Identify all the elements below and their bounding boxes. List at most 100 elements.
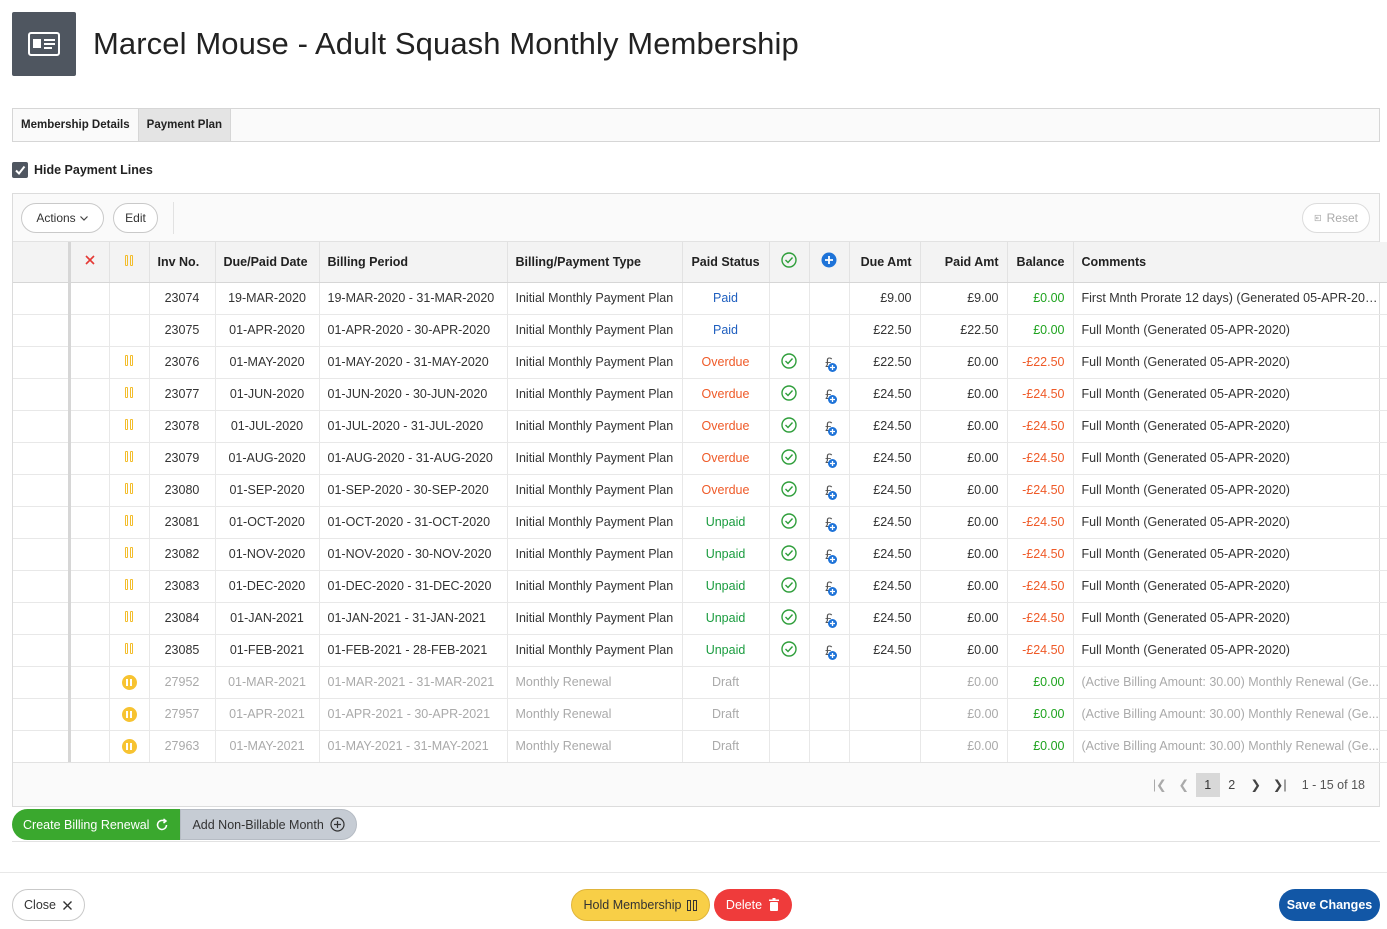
- add-non-billable-month-button[interactable]: Add Non-Billable Month: [180, 809, 357, 840]
- row-select-cell[interactable]: [13, 282, 71, 315]
- close-button[interactable]: Close: [12, 889, 85, 921]
- page-2-button[interactable]: 2: [1220, 773, 1244, 797]
- add-payment-icon[interactable]: £: [825, 578, 837, 596]
- pause-icon[interactable]: [125, 355, 133, 366]
- col-balance[interactable]: Balance: [1007, 242, 1074, 283]
- check-circle-icon[interactable]: [781, 416, 797, 433]
- last-page-icon[interactable]: ❯|: [1268, 773, 1292, 797]
- pause-icon[interactable]: [125, 387, 133, 398]
- table-row[interactable]: 23084 01-JAN-2021 01-JAN-2021 - 31-JAN-202…: [13, 602, 1387, 635]
- add-payment-icon[interactable]: £: [825, 610, 837, 628]
- table-row[interactable]: 23078 01-JUL-2020 01-JUL-2020 - 31-JUL-202…: [13, 410, 1387, 443]
- row-delete-cell[interactable]: [69, 730, 110, 763]
- pause-icon[interactable]: [125, 643, 133, 654]
- table-row[interactable]: 23080 01-SEP-2020 01-SEP-2020 - 30-SEP-202…: [13, 474, 1387, 507]
- row-delete-cell[interactable]: [69, 538, 110, 571]
- add-payment-icon[interactable]: £: [825, 482, 837, 500]
- prev-page-icon[interactable]: ❮: [1172, 773, 1196, 797]
- add-payment-icon[interactable]: £: [825, 514, 837, 532]
- row-select-cell[interactable]: [13, 570, 71, 603]
- pause-icon[interactable]: [125, 611, 133, 622]
- check-circle-icon[interactable]: [781, 576, 797, 593]
- add-payment-icon[interactable]: £: [825, 546, 837, 564]
- col-billing-period[interactable]: Billing Period: [319, 242, 508, 283]
- row-delete-cell[interactable]: [69, 410, 110, 443]
- row-select-cell[interactable]: [13, 634, 71, 667]
- row-delete-cell[interactable]: [69, 602, 110, 635]
- delete-button[interactable]: Delete: [714, 889, 792, 921]
- tab-membership-details[interactable]: Membership Details: [13, 109, 139, 141]
- row-select-cell[interactable]: [13, 378, 71, 411]
- table-row[interactable]: 23075 01-APR-2020 01-APR-2020 - 30-APR-202…: [13, 314, 1387, 347]
- next-page-icon[interactable]: ❯: [1244, 773, 1268, 797]
- pause-circle-icon[interactable]: [121, 738, 137, 754]
- reset-button[interactable]: Reset: [1302, 203, 1370, 233]
- pause-icon[interactable]: [125, 483, 133, 494]
- pause-icon[interactable]: [125, 419, 133, 430]
- row-select-cell[interactable]: [13, 442, 71, 475]
- table-row[interactable]: 23085 01-FEB-2021 01-FEB-2021 - 28-FEB-202…: [13, 634, 1387, 667]
- row-select-cell[interactable]: [13, 346, 71, 379]
- row-select-cell[interactable]: [13, 730, 71, 763]
- table-row[interactable]: 23074 19-MAR-2020 19-MAR-2020 - 31-MAR-202…: [13, 282, 1387, 315]
- row-delete-cell[interactable]: [69, 634, 110, 667]
- col-due-amt[interactable]: Due Amt: [849, 242, 921, 283]
- col-due-paid-date[interactable]: Due/Paid Date: [215, 242, 320, 283]
- pause-icon[interactable]: [125, 547, 133, 558]
- add-payment-icon[interactable]: £: [825, 642, 837, 660]
- table-row[interactable]: 23083 01-DEC-2020 01-DEC-2020 - 31-DEC-202…: [13, 570, 1387, 603]
- add-payment-icon[interactable]: £: [825, 386, 837, 404]
- row-select-cell[interactable]: [13, 474, 71, 507]
- check-circle-icon[interactable]: [781, 640, 797, 657]
- first-page-icon[interactable]: |❮: [1148, 773, 1172, 797]
- check-circle-icon[interactable]: [781, 352, 797, 369]
- create-billing-renewal-button[interactable]: Create Billing Renewal: [12, 809, 181, 840]
- row-delete-cell[interactable]: [69, 378, 110, 411]
- row-delete-cell[interactable]: [69, 346, 110, 379]
- col-paid-amt[interactable]: Paid Amt: [920, 242, 1008, 283]
- check-circle-icon[interactable]: [781, 448, 797, 465]
- add-payment-icon[interactable]: £: [825, 418, 837, 436]
- actions-button[interactable]: Actions: [21, 203, 104, 233]
- row-delete-cell[interactable]: [69, 282, 110, 315]
- col-inv-no[interactable]: Inv No.: [149, 242, 216, 283]
- add-payment-icon[interactable]: £: [825, 450, 837, 468]
- table-row[interactable]: 23081 01-OCT-2020 01-OCT-2020 - 31-OCT-202…: [13, 506, 1387, 539]
- check-circle-icon[interactable]: [781, 544, 797, 561]
- check-circle-icon[interactable]: [781, 608, 797, 625]
- row-delete-cell[interactable]: [69, 506, 110, 539]
- row-delete-cell[interactable]: [69, 698, 110, 731]
- tab-payment-plan[interactable]: Payment Plan: [138, 109, 232, 141]
- row-select-cell[interactable]: [13, 666, 71, 699]
- col-billing-payment-type[interactable]: Billing/Payment Type: [507, 242, 683, 283]
- pause-circle-icon[interactable]: [121, 674, 137, 690]
- pause-icon[interactable]: [125, 579, 133, 590]
- row-delete-cell[interactable]: [69, 442, 110, 475]
- row-delete-cell[interactable]: [69, 666, 110, 699]
- hide-payment-lines[interactable]: Hide Payment Lines: [12, 162, 153, 178]
- table-row[interactable]: 23076 01-MAY-2020 01-MAY-2020 - 31-MAY-202…: [13, 346, 1387, 379]
- row-select-cell[interactable]: [13, 314, 71, 347]
- check-circle-icon[interactable]: [781, 480, 797, 497]
- row-select-cell[interactable]: [13, 506, 71, 539]
- row-select-cell[interactable]: [13, 410, 71, 443]
- col-comments[interactable]: Comments: [1073, 242, 1387, 283]
- table-row[interactable]: 27963 01-MAY-2021 01-MAY-2021 - 31-MAY-202…: [13, 730, 1387, 763]
- pause-icon[interactable]: [125, 515, 133, 526]
- table-row[interactable]: 23079 01-AUG-2020 01-AUG-2020 - 31-AUG-202…: [13, 442, 1387, 475]
- table-row[interactable]: 27952 01-MAR-2021 01-MAR-2021 - 31-MAR-202…: [13, 666, 1387, 699]
- table-row[interactable]: 23082 01-NOV-2020 01-NOV-2020 - 30-NOV-202…: [13, 538, 1387, 571]
- col-paid-status[interactable]: Paid Status: [682, 242, 770, 283]
- row-select-cell[interactable]: [13, 602, 71, 635]
- add-payment-icon[interactable]: £: [825, 354, 837, 372]
- save-changes-button[interactable]: Save Changes: [1279, 889, 1380, 921]
- check-circle-icon[interactable]: [781, 384, 797, 401]
- row-select-cell[interactable]: [13, 538, 71, 571]
- row-select-cell[interactable]: [13, 698, 71, 731]
- row-delete-cell[interactable]: [69, 570, 110, 603]
- row-delete-cell[interactable]: [69, 474, 110, 507]
- hold-membership-button[interactable]: Hold Membership: [571, 889, 710, 921]
- page-1-button[interactable]: 1: [1195, 772, 1220, 797]
- hide-payment-lines-checkbox[interactable]: [12, 162, 28, 178]
- pause-circle-icon[interactable]: [121, 706, 137, 722]
